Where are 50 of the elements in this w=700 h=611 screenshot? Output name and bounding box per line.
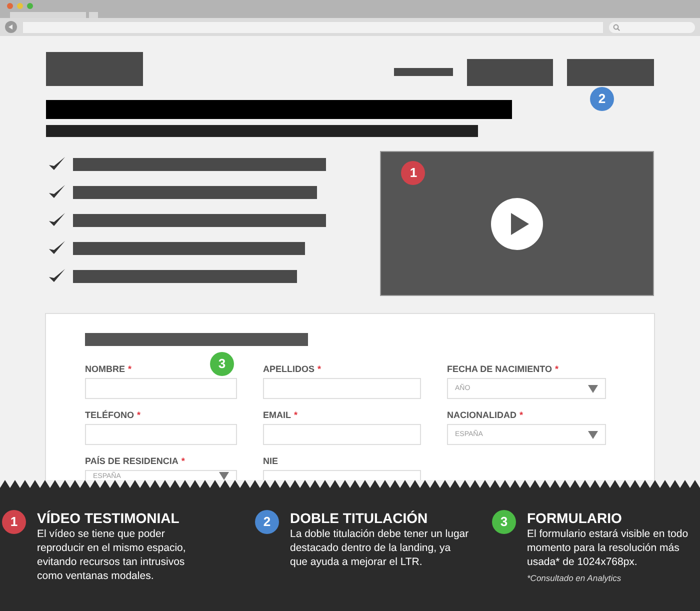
field-label: NIE [263,456,278,466]
required-mark: * [555,364,559,374]
field-label: TELÉFONO [85,410,134,420]
checkmark-icon [48,184,66,200]
play-icon[interactable] [491,198,544,250]
note-text: La doble titulación debe tener un lugar destacado dentro de la landing, ya que ayuda a mejorar el LTR. [290,527,470,569]
checkmark-icon [48,240,66,256]
number-badge: 2 [255,510,279,534]
required-mark: * [181,456,185,466]
note-text: El formulario estará visible en todo momento para la resolución más usada* de 1024x768px. [527,527,690,569]
new-tab-button[interactable] [89,12,98,18]
field-label: NOMBRE [85,364,125,374]
number-badge: 1 [401,161,426,185]
back-icon[interactable] [5,21,17,33]
video-player[interactable]: 1 [380,151,654,296]
search-field[interactable] [609,22,695,32]
field-label: EMAIL [263,410,291,420]
input-field[interactable] [85,424,237,445]
note-title: VÍDEO TESTIMONIAL [37,510,180,527]
checkmark-icon [48,268,66,284]
checkmark-icon [48,212,66,228]
note-title: FORMULARIO [527,510,623,527]
required-mark: * [318,364,322,374]
search-icon [613,24,620,30]
caret-icon [588,384,598,392]
nav-button-placeholder[interactable] [467,59,553,86]
input-field[interactable] [263,424,421,445]
field-label: APELLIDOS [263,364,315,374]
number-badge: 3 [492,510,516,534]
required-mark: * [137,410,141,420]
number-badge: 2 [590,87,614,111]
caret-icon [588,430,598,438]
required-mark: * [128,364,132,374]
input-field[interactable] [263,378,421,399]
field-label: PAÍS DE RESIDENCIA [85,456,178,466]
input-field[interactable] [85,378,237,399]
note-text: El vídeo se tiene que poder reproducir en el mismo espacio, evitando recursos tan intrusivos como ventanas modales. [37,527,187,583]
nav-button-placeholder[interactable] [567,59,654,86]
note-footnote: *Consultado en Analytics [527,572,622,585]
nav-link-placeholder[interactable] [394,68,453,76]
required-mark: * [294,410,298,420]
field-label: FECHA DE NACIMIENTO [447,364,552,374]
field-label: NACIONALIDAD [447,410,516,420]
number-badge: 3 [210,352,234,376]
browser-tab[interactable] [10,12,86,18]
required-mark: * [520,410,524,420]
note-title: DOBLE TITULACIÓN [290,510,429,527]
checkmark-icon [48,156,66,172]
number-badge: 1 [2,510,26,534]
input-field[interactable] [263,470,421,480]
